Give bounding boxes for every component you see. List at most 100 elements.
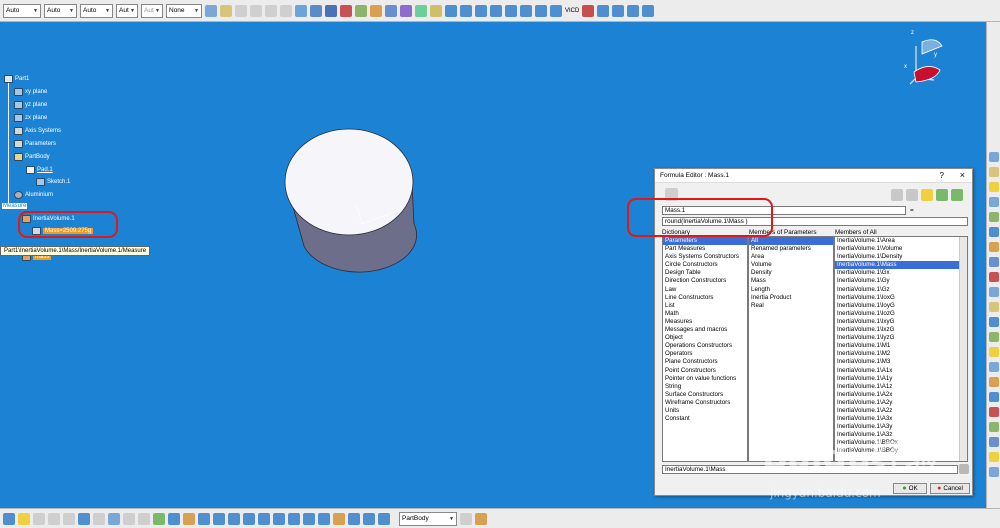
combo-layer[interactable]: None ▼ (166, 3, 202, 18)
help-button[interactable]: ? (940, 171, 944, 180)
groove-icon[interactable] (988, 197, 999, 207)
draft-icon[interactable] (988, 317, 999, 327)
painter-icon[interactable] (205, 4, 217, 17)
snap-icon[interactable] (325, 4, 337, 17)
list-item[interactable]: Length (749, 286, 833, 294)
erase-formula-icon[interactable] (891, 189, 903, 201)
slot-icon[interactable] (988, 242, 999, 252)
list-item[interactable]: Inertia Product (749, 294, 833, 302)
list-item[interactable]: Mass (749, 277, 833, 285)
tree-node-partbody[interactable]: PartBody (14, 153, 50, 161)
arc-icon[interactable] (627, 4, 640, 17)
list-item[interactable]: Density (749, 269, 833, 277)
tree-node-zx-plane[interactable]: zx plane (14, 114, 47, 122)
translation-icon[interactable] (988, 392, 999, 402)
table-icon[interactable] (959, 464, 969, 474)
copy-icon[interactable] (48, 512, 60, 525)
list-item[interactable]: InertiaVolume.1\A1x (835, 367, 967, 375)
list-item[interactable]: InertiaVolume.1\IxyG (835, 318, 967, 326)
compass-widget[interactable]: z x y (900, 28, 980, 98)
axis-icon[interactable] (430, 4, 442, 17)
cancel-button[interactable]: ● Cancel (930, 483, 970, 494)
boolean-icon[interactable] (988, 437, 999, 447)
list-item[interactable]: InertiaVolume.1\Gx (835, 269, 967, 277)
intersect-icon[interactable] (520, 4, 532, 17)
grid-icon[interactable] (310, 4, 322, 17)
apply-material-icon[interactable] (988, 467, 999, 477)
open-icon[interactable] (18, 512, 30, 525)
material-bottom-icon[interactable] (333, 512, 345, 525)
close-button[interactable]: × (960, 170, 965, 180)
combo-line-thickness[interactable]: Auto ▼ (80, 3, 113, 18)
redo-icon[interactable] (250, 4, 262, 17)
list-item[interactable]: Object (663, 334, 747, 342)
sew-icon[interactable] (988, 452, 999, 462)
list-item[interactable]: Design Table (663, 269, 747, 277)
list-item[interactable]: Direction Constructors (663, 277, 747, 285)
list-item[interactable]: Pointer on value functions (663, 375, 747, 383)
tree-node-material[interactable]: Aluminium (14, 191, 53, 199)
undo-icon[interactable] (235, 4, 247, 17)
sketcher-icon[interactable] (295, 4, 307, 17)
fx-icon[interactable] (123, 512, 135, 525)
swap-icon[interactable] (318, 512, 330, 525)
list-item[interactable]: Operators (663, 350, 747, 358)
stiffener-icon[interactable] (988, 257, 999, 267)
list-item[interactable]: Surface Constructors (663, 391, 747, 399)
list-item[interactable]: Math (663, 310, 747, 318)
undo-bottom-icon[interactable] (78, 512, 90, 525)
constraint-icon[interactable] (340, 4, 352, 17)
list-item[interactable]: InertiaVolume.1\IyzG (835, 334, 967, 342)
constraint-fix-icon[interactable] (582, 4, 595, 17)
tree-node-part[interactable]: Part1 (4, 75, 29, 83)
list-item[interactable]: Units (663, 407, 747, 415)
circle-icon[interactable] (385, 4, 397, 17)
redo-bottom-icon[interactable] (93, 512, 105, 525)
zoom-out-icon[interactable] (243, 512, 255, 525)
list-item[interactable]: Law (663, 286, 747, 294)
pattern-icon[interactable] (988, 407, 999, 417)
dictionary-list[interactable]: Parameters Part Measures Axis Systems Cons… (662, 236, 748, 462)
list-item[interactable]: InertiaVolume.1\Gz (835, 286, 967, 294)
rib-icon[interactable] (988, 227, 999, 237)
undo-formula-icon[interactable] (951, 189, 963, 201)
list-item[interactable]: Axis Systems Constructors (663, 253, 747, 261)
list-item[interactable]: Parameters (663, 237, 747, 246)
whats-this-icon[interactable] (108, 512, 120, 525)
list-item[interactable]: InertiaVolume.1\A2y (835, 399, 967, 407)
offset-icon[interactable] (535, 4, 547, 17)
tree-node-sketch[interactable]: Sketch.1 (36, 178, 70, 186)
pocket-icon[interactable] (988, 167, 999, 177)
list-item[interactable]: InertiaVolume.1\A1y (835, 375, 967, 383)
list-item[interactable]: InertiaVolume.1\A1z (835, 383, 967, 391)
pad-icon[interactable] (988, 152, 999, 162)
validate-icon[interactable] (936, 189, 948, 201)
list-item[interactable]: InertiaVolume.1\A2x (835, 391, 967, 399)
update-icon[interactable] (153, 512, 165, 525)
list-item[interactable]: Renamed parameters (749, 245, 833, 253)
measure-inertia-icon[interactable] (183, 512, 195, 525)
list-item[interactable]: Wireframe Constructors (663, 399, 747, 407)
shaft-icon[interactable] (988, 182, 999, 192)
tree-node-yz-plane[interactable]: yz plane (14, 101, 47, 109)
body-selector[interactable]: PartBody ▼ (399, 511, 457, 526)
section-icon[interactable] (378, 512, 390, 525)
list-item[interactable]: All (749, 237, 833, 246)
list-item[interactable]: Line Constructors (663, 294, 747, 302)
list-item[interactable]: List (663, 302, 747, 310)
list-item[interactable]: InertiaVolume.1\M1 (835, 342, 967, 350)
tree-node-pad[interactable]: Pad.1 (26, 166, 53, 174)
paste-icon[interactable] (63, 512, 75, 525)
profile-icon[interactable] (355, 4, 367, 17)
line-icon[interactable] (415, 4, 427, 17)
zoom-icon[interactable] (280, 4, 292, 17)
fillet-icon[interactable] (445, 4, 457, 17)
members-parameters-list[interactable]: All Renamed parameters Area Volume Density Ma… (748, 236, 834, 462)
cylinder-model[interactable] (282, 126, 422, 282)
combo-linetype[interactable]: Aut ▼ (116, 3, 138, 18)
loft-icon[interactable] (988, 272, 999, 282)
list-item[interactable]: InertiaVolume.1\IxzG (835, 326, 967, 334)
measure-icon[interactable] (168, 512, 180, 525)
iso-view-icon[interactable] (273, 512, 285, 525)
spline-icon[interactable] (400, 4, 412, 17)
